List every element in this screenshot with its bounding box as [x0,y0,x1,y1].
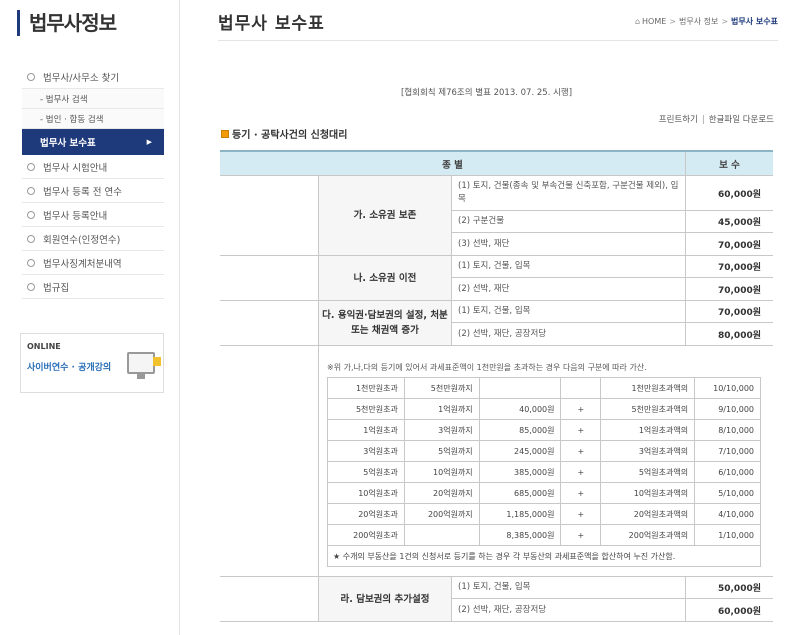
table-row: 5억원초과 10억원까지 385,000원 +5억원초과액의 6/10,000 [327,461,761,483]
sidebar-item-label: 법규집 [43,282,70,294]
sidebar-item-find-office[interactable]: 법무사/사무소 찾기 [22,65,164,89]
sidebar-item-label: 법무사 등록안내 [43,210,108,222]
chevron-right-icon: > [669,17,676,26]
surcharge-table: 1천만원초과 5천만원까지 1천만원초과액의 10/10,000 5천만원초과 1억원까… [327,377,761,546]
sidebar-item-label: 법무사/사무소 찾기 [43,72,120,84]
sidebar-item-member-training[interactable]: 회원연수(인정연수) [22,227,164,251]
row-fee: 70,000원 [717,263,761,273]
row-fee: 45,000원 [717,218,761,228]
group-name: 라. 담보권의 추가설정 [319,577,452,621]
sidebar-item-pre-training[interactable]: 법무사 등록 전 연수 [22,179,164,203]
notice-text: [협회회칙 제76조의 별표 2013. 07. 25. 시행] [401,88,573,98]
sidebar-item-regulations[interactable]: 법규집 [22,275,164,299]
table-row: 1천만원초과 5천만원까지 1천만원초과액의 10/10,000 [327,377,761,399]
sidebar-item-label: 법무사 시험안내 [43,162,108,174]
breadcrumb-current: 법무사 보수표 [731,17,778,26]
table-row: 10억원초과 20억원까지 685,000원 +10억원초과액의 5/10,000 [327,482,761,504]
table-row: (1) 토지, 건물, 입목 70,000원 [452,301,773,323]
sidebar-subitem-search-corp[interactable]: - 법인 · 합동 검색 [22,109,164,129]
sidebar: 법무사정보 법무사/사무소 찾기 - 법무사 검색 - 법인 · 합동 검색 법… [0,0,180,635]
surcharge-note: ※위 가,나,다의 등기에 있어서 과세표준액이 1천만원을 초과하는 경우 다… [327,363,647,372]
header-fee: 보 수 [719,159,740,171]
sidebar-item-label: 회원연수(인정연수) [43,234,121,246]
sidebar-subitem-search-lawyer[interactable]: - 법무사 검색 [22,89,164,109]
row-fee: 60,000원 [717,189,761,200]
sidebar-item-fee-table[interactable]: 법무사 보수표 ▶ [22,129,164,155]
row-desc: (1) 토지, 건물, 입목 [452,301,686,322]
download-link[interactable]: 한글파일 다운로드 [709,115,774,125]
fee-table: 종 별 보 수 가. 소유권 보존 (1) 토지, 건물(종속 및 부속건물 신… [220,150,773,622]
row-fee: 50,000원 [717,584,761,594]
sidebar-item-exam[interactable]: 법무사 시험안내 [22,155,164,179]
sidebar-item-label: 법무사 등록 전 연수 [43,186,122,198]
row-desc: (2) 선박, 재단 [452,278,686,300]
table-row: 20억원초과 200억원까지 1,185,000원 +20억원초과액의 4/10,000 [327,503,761,525]
row-desc: (2) 선박, 재단, 공장저당 [452,599,686,621]
surcharge-section: ※위 가,나,다의 등기에 있어서 과세표준액이 1천만원을 초과하는 경우 다… [220,346,773,577]
circle-bullet-icon [27,210,35,219]
monitor-icon [127,352,161,379]
section-title: 등기 · 공탁사건의 신청대리 [221,126,347,141]
sidebar-item-discipline[interactable]: 법무사징계처분내역 [22,251,164,275]
table-row: 1억원초과 3억원까지 85,000원 +1억원초과액의 8/10,000 [327,419,761,441]
sidebar-title: 법무사정보 [17,10,117,36]
online-label: ONLINE [27,342,61,351]
header-category: 종 별 [220,152,686,175]
row-desc: (1) 토지, 건물(종속 및 부속건물 신축포함, 구분건물 제외), 입목 [452,176,686,210]
table-row: (2) 선박, 재단, 공장저당 80,000원 [452,323,773,345]
row-desc: (2) 구분건물 [452,211,686,232]
group-name: 다. 용익권·담보권의 설정, 처분 또는 채권액 증가 [319,301,452,345]
square-bullet-icon [221,129,229,138]
page-title: 법무사 보수표 [218,14,325,34]
row-desc: (3) 선박, 재단 [452,233,686,255]
row-desc: (2) 선박, 재단, 공장저당 [452,323,686,345]
circle-bullet-icon [27,258,35,267]
circle-bullet-icon [27,234,35,243]
table-header: 종 별 보 수 [220,152,773,176]
home-icon: ⌂ [634,17,641,26]
table-row: 5천만원초과 1억원까지 40,000원 +5천만원초과액의 9/10,000 [327,398,761,420]
table-row: (3) 선박, 재단 70,000원 [452,233,773,255]
table-row: (1) 토지, 건물, 입목 50,000원 [452,577,773,599]
table-row: 3억원초과 5억원까지 245,000원 +3억원초과액의 7/10,000 [327,440,761,462]
table-row: (1) 토지, 건물, 입목 70,000원 [452,256,773,278]
table-group: 라. 담보권의 추가설정 (1) 토지, 건물, 입목 50,000원 (2) 선… [220,577,773,622]
online-lecture-banner[interactable]: ONLINE 사이버연수 · 공개강의 [20,333,164,393]
row-desc: (1) 토지, 건물, 입목 [452,256,686,277]
circle-bullet-icon [27,186,35,195]
actions: 프린트하기 | 한글파일 다운로드 [658,115,774,125]
table-group: 다. 용익권·담보권의 설정, 처분 또는 채권액 증가 (1) 토지, 건물,… [220,301,773,346]
table-group: 나. 소유권 이전 (1) 토지, 건물, 입목 70,000원 (2) 선박, … [220,256,773,301]
row-fee: 70,000원 [717,240,761,251]
table-row: 200억원초과 8,385,000원 +200억원초과액의 1/10,000 [327,524,761,546]
sidebar-item-label: 법무사징계처분내역 [43,258,122,270]
sidebar-item-label: 법무사 보수표 [40,138,96,149]
row-desc: (1) 토지, 건물, 입목 [452,577,686,598]
table-row: (2) 선박, 재단, 공장저당 60,000원 [452,599,773,621]
triangle-right-icon: ▶ [146,138,152,146]
sidebar-item-registration[interactable]: 법무사 등록안내 [22,203,164,227]
circle-bullet-icon [27,72,35,81]
chevron-right-icon: > [721,17,729,26]
table-row: (1) 토지, 건물(종속 및 부속건물 신축포함, 구분건물 제외), 입목 6… [452,176,773,211]
circle-bullet-icon [27,162,35,171]
breadcrumb-info[interactable]: 법무사 정보 [679,17,718,26]
table-row: (2) 구분건물 45,000원 [452,211,773,233]
group-name: 나. 소유권 이전 [319,256,452,300]
breadcrumb-home[interactable]: HOME [642,17,666,26]
table-row: (2) 선박, 재단 70,000원 [452,278,773,300]
print-link[interactable]: 프린트하기 [659,115,698,125]
row-fee: 70,000원 [717,285,761,296]
row-fee: 60,000원 [717,606,761,617]
surcharge-footnote: ★ 수개의 부동산을 1건의 신청서로 등기를 하는 경우 각 부동산의 과세표… [327,546,761,567]
group-name: 가. 소유권 보존 [319,176,452,255]
breadcrumb: ⌂ HOME > 법무사 정보 > 법무사 보수표 [635,16,778,27]
circle-bullet-icon [27,282,35,291]
table-group: 가. 소유권 보존 (1) 토지, 건물(종속 및 부속건물 신축포함, 구분건… [220,176,773,256]
row-fee: 80,000원 [717,330,761,341]
sidebar-menu: 법무사/사무소 찾기 - 법무사 검색 - 법인 · 합동 검색 법무사 보수표… [22,65,164,299]
divider [218,40,778,41]
row-fee: 70,000원 [717,308,761,318]
